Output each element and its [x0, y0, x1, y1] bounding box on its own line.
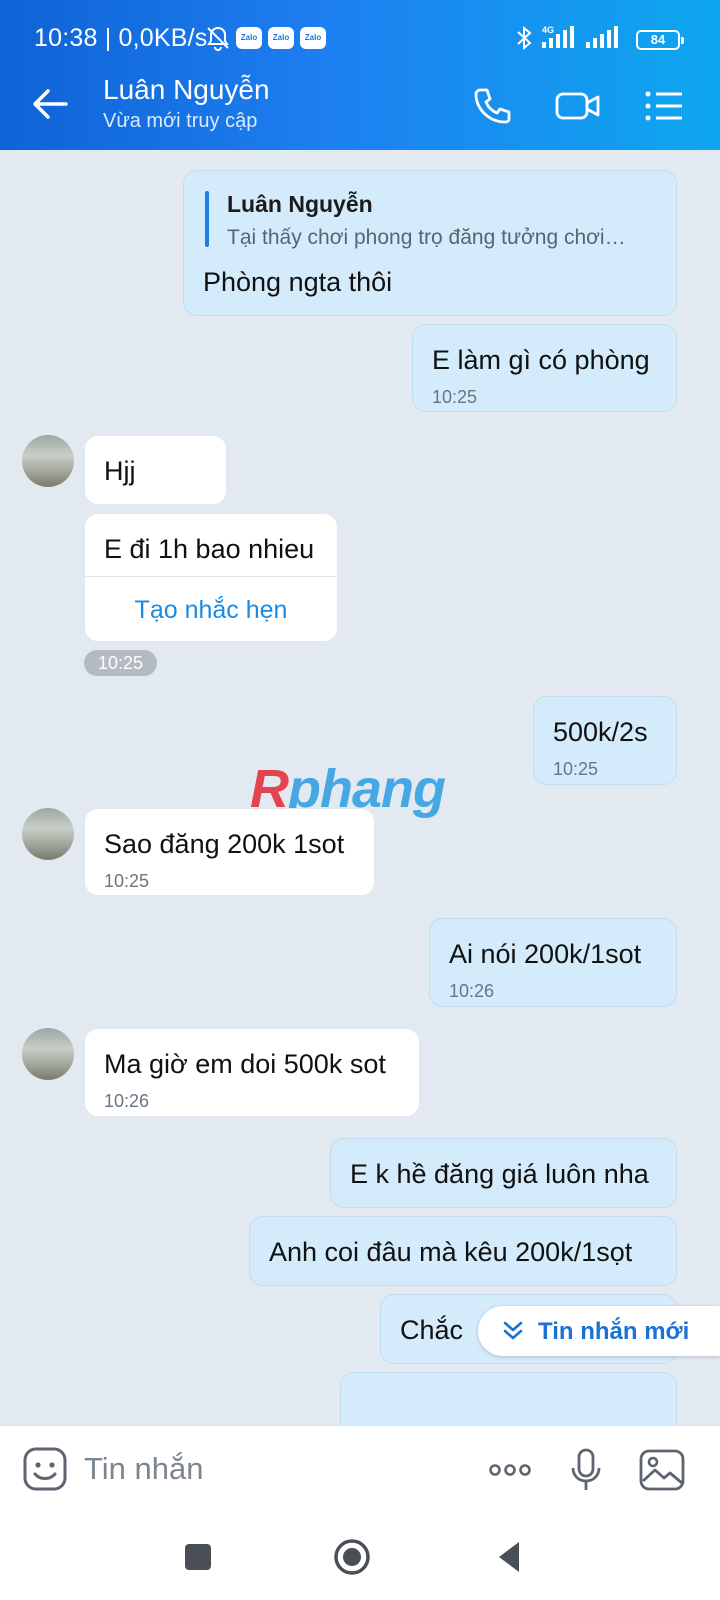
message-bubble-received[interactable]: Hjj: [84, 435, 227, 505]
phone-call-icon[interactable]: [468, 82, 516, 130]
back-triangle-icon[interactable]: [488, 1535, 532, 1579]
message-text: E làm gì có phòng: [432, 345, 650, 375]
more-options-icon[interactable]: [486, 1446, 534, 1494]
status-bar: 10:38 | 0,0KB/s Zalo Zalo Zalo 4G 84: [0, 0, 720, 62]
contact-avatar[interactable]: [22, 1028, 74, 1080]
app-header: 10:38 | 0,0KB/s Zalo Zalo Zalo 4G 84 Luâ…: [0, 0, 720, 150]
bluetooth-icon: [517, 25, 532, 51]
video-call-icon[interactable]: [554, 82, 602, 130]
zalo-notification-icon: Zalo: [300, 27, 326, 49]
status-time-speed: 10:38 | 0,0KB/s: [34, 24, 208, 52]
message-time: 10:25: [432, 387, 478, 407]
message-time: 10:25: [104, 871, 150, 891]
message-bubble-received[interactable]: Sao đăng 200k 1sot 10:25: [84, 808, 375, 896]
contact-avatar[interactable]: [22, 435, 74, 487]
message-time: 10:26: [449, 981, 495, 1001]
zalo-notification-icon: Zalo: [236, 27, 262, 49]
message-composer: [0, 1425, 720, 1515]
message-bubble-sent[interactable]: E k hề đăng giá luôn nha: [330, 1138, 677, 1208]
bell-muted-icon: [207, 26, 229, 51]
message-bubble-sent[interactable]: [340, 1372, 677, 1425]
message-text: Chắc: [400, 1315, 464, 1345]
message-time: 10:26: [104, 1091, 150, 1111]
message-text: E k hề đăng giá luôn nha: [350, 1159, 649, 1189]
sticker-emoji-icon[interactable]: [22, 1446, 68, 1492]
back-arrow-icon[interactable]: [30, 84, 70, 124]
zalo-notification-icon: Zalo: [268, 27, 294, 49]
contact-status: Vừa mới truy cập: [103, 110, 258, 132]
message-list[interactable]: Luân Nguyễn Tại thấy chơi phong trọ đăng…: [0, 150, 720, 1425]
message-text: 500k/2s: [553, 717, 648, 747]
message-text: Ma giờ em doi 500k sot: [104, 1049, 386, 1079]
message-bubble-sent[interactable]: Ai nói 200k/1sot 10:26: [429, 918, 677, 1007]
message-text: E đi 1h bao nhieu: [104, 534, 315, 564]
message-text: Ai nói 200k/1sot: [449, 939, 642, 969]
signal-icon: [586, 26, 618, 48]
message-text: Phòng ngta thôi: [203, 267, 393, 297]
create-reminder-link[interactable]: Tạo nhắc hẹn: [85, 576, 337, 642]
message-bubble-sent[interactable]: 500k/2s 10:25: [533, 696, 677, 785]
quoted-text: Tại thấy chơi phong trọ đăng tưởng chơi…: [227, 226, 626, 249]
message-text: Anh coi đâu mà kêu 200k/1sọt: [269, 1237, 633, 1267]
message-bubble-sent[interactable]: E làm gì có phòng 10:25: [412, 324, 677, 412]
message-bubble-received[interactable]: E đi 1h bao nhieu Tạo nhắc hẹn: [84, 513, 338, 642]
contact-avatar[interactable]: [22, 808, 74, 860]
battery-level: 84: [636, 30, 684, 50]
new-messages-button[interactable]: Tin nhắn mới: [478, 1306, 720, 1356]
message-input[interactable]: [84, 1444, 464, 1494]
home-icon[interactable]: [330, 1535, 374, 1579]
quoted-sender: Luân Nguyễn: [227, 191, 373, 217]
message-bubble-sent[interactable]: Anh coi đâu mà kêu 200k/1sọt: [249, 1216, 677, 1286]
menu-list-icon[interactable]: [640, 82, 688, 130]
message-text: Hjj: [104, 456, 136, 486]
signal-icon: [542, 26, 574, 48]
new-messages-label: Tin nhắn mới: [538, 1318, 690, 1345]
message-bubble-received[interactable]: Ma giờ em doi 500k sot 10:26: [84, 1028, 420, 1117]
message-text: Sao đăng 200k 1sot: [104, 829, 345, 859]
quote-bar: [205, 191, 209, 247]
system-navigation-bar: [0, 1515, 720, 1600]
microphone-icon[interactable]: [562, 1446, 610, 1494]
image-gallery-icon[interactable]: [638, 1446, 686, 1494]
message-time: 10:25: [84, 650, 157, 676]
recent-apps-icon[interactable]: [176, 1535, 220, 1579]
message-bubble-sent[interactable]: Luân Nguyễn Tại thấy chơi phong trọ đăng…: [183, 170, 677, 316]
double-chevron-down-icon: [503, 1321, 523, 1340]
message-time: 10:25: [553, 759, 599, 779]
contact-name[interactable]: Luân Nguyễn: [103, 74, 270, 106]
